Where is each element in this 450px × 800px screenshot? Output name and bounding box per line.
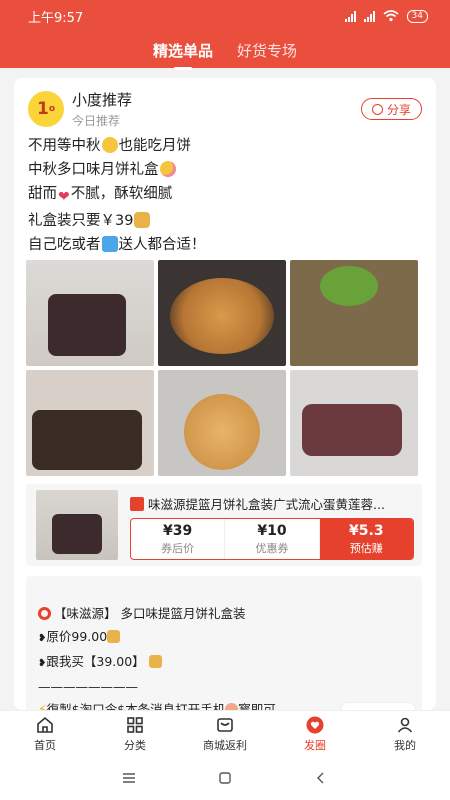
desc-text: 跟我买【39.00】 (46, 654, 145, 669)
money-bag-icon (148, 655, 162, 668)
store-icon (217, 717, 233, 732)
price-after-coupon: ¥39 券后价 (131, 519, 226, 559)
post-line: 不用等中秋 也能吃月饼 (28, 134, 422, 158)
grin-emoji-icon (101, 137, 118, 153)
post-line-text: 不腻，酥软细腻 (70, 186, 173, 202)
desc-text: 寳即可 (238, 702, 276, 710)
wifi-icon (383, 10, 399, 22)
price-label: 预估赚 (349, 541, 383, 555)
post-card: 1o 小度推荐 今日推荐 分享 不用等中秋 也能吃月饼 中秋多口味月饼礼盒 甜而❤… (14, 78, 436, 710)
desc-line: ❥跟我买【39.00】 (38, 650, 412, 675)
nav-home[interactable]: 首页 (0, 711, 90, 756)
hearts-emoji-icon: ❤ (58, 189, 70, 205)
kiss-emoji-icon (159, 161, 176, 177)
peach-icon (225, 703, 239, 710)
product-thumbnail[interactable] (36, 490, 118, 560)
price-label: 券后价 (161, 541, 195, 555)
desc-line: 【味滋源】 多口味提篮月饼礼盒装 (38, 602, 412, 625)
back-icon[interactable] (313, 770, 329, 786)
tab-featured-items[interactable]: 精选单品 (153, 40, 213, 61)
photo-open-basket[interactable] (158, 260, 286, 366)
status-time: 上午9:57 (28, 10, 84, 26)
share-label: 分享 (386, 102, 411, 117)
nav-profile[interactable]: 我的 (360, 711, 450, 756)
photo-mooncakes[interactable] (290, 260, 418, 366)
post-line: 自己吃或者 送人都合适！ (28, 233, 422, 257)
gift-emoji-icon (101, 236, 118, 252)
product-title-text: 味滋源提篮月饼礼盒装广式流心蛋黄莲蓉... (148, 497, 385, 512)
nav-moments[interactable]: 发圈 (270, 711, 360, 756)
photo-basket[interactable] (26, 260, 154, 366)
desc-line: ———————— (38, 675, 412, 698)
bottom-nav: 首页 分类 商城返利 发圈 我的 (0, 710, 450, 756)
photo-mooncake-cut[interactable] (290, 370, 418, 476)
status-bar: 上午9:57 34 (0, 0, 450, 32)
price-value: ¥5.3 (349, 522, 384, 539)
author-name[interactable]: 小度推荐 (72, 89, 361, 110)
post-text: 不用等中秋 也能吃月饼 中秋多口味月饼礼盒 甜而❤不腻，酥软细腻 礼盒装只要￥39… (14, 128, 436, 257)
tab-good-deals[interactable]: 好货专场 (237, 40, 297, 61)
post-line-text: 不用等中秋 (28, 138, 101, 154)
post-line-text: 礼盒装只要￥39 (28, 213, 134, 229)
heart-icon (306, 716, 324, 733)
post-line-text: 也能吃月饼 (118, 138, 192, 154)
money-bag-emoji-icon (134, 212, 151, 228)
price-label: 优惠券 (255, 541, 289, 555)
author-avatar[interactable]: 1o (28, 91, 64, 127)
photo-mooncake-single[interactable] (158, 370, 286, 476)
post-line: 礼盒装只要￥39 (28, 209, 422, 233)
desc-text: 【味滋源】 多口味提篮月饼礼盒装 (54, 606, 246, 621)
desc-line: ❥原价99.00 (38, 625, 412, 650)
copy-description[interactable]: 【味滋源】 多口味提篮月饼礼盒装 ❥原价99.00 ❥跟我买【39.00】 ——… (26, 576, 422, 710)
signal-icon-2 (363, 10, 375, 22)
desc-text: 原价99.00 (46, 629, 108, 644)
user-icon (397, 717, 413, 733)
battery-icon: 34 (406, 9, 428, 23)
home-square-icon[interactable] (217, 770, 233, 786)
circle-icon (38, 607, 51, 620)
estimated-earn-button[interactable]: ¥5.3 预估赚 (319, 519, 413, 559)
system-nav-bar (0, 756, 450, 800)
signal-icon (344, 10, 356, 22)
post-line: 中秋多口味月饼礼盒 (28, 158, 422, 182)
post-line-text: 中秋多口味月饼礼盒 (28, 162, 159, 178)
home-icon (37, 716, 53, 733)
photo-grid (26, 260, 422, 476)
nav-label: 分类 (124, 738, 146, 752)
product-card[interactable]: 味滋源提篮月饼礼盒装广式流心蛋黄莲蓉... ¥39 券后价 ¥10 优惠券 ¥5… (26, 484, 422, 566)
money-bag-icon (107, 630, 121, 643)
lightning-icon: ⚡ (38, 702, 47, 710)
nav-label: 我的 (394, 738, 416, 752)
post-line-text: 送人都合适！ (118, 237, 206, 253)
desc-text: 復製$淘口令$本条消息打开手机 (46, 702, 226, 710)
nav-label: 发圈 (304, 738, 326, 752)
post-line-text: 甜而 (28, 186, 57, 202)
tmall-icon (130, 497, 144, 511)
desc-text: ———————— (38, 679, 138, 694)
nav-category[interactable]: 分类 (90, 711, 180, 756)
copy-tab[interactable] (340, 702, 416, 710)
nav-store-rebate[interactable]: 商城返利 (180, 711, 270, 756)
share-button[interactable]: 分享 (360, 98, 422, 120)
price-value: ¥10 (257, 522, 287, 539)
price-value: ¥39 (163, 522, 193, 539)
price-bar: ¥39 券后价 ¥10 优惠券 ¥5.3 预估赚 (130, 518, 414, 560)
post-line: 甜而❤不腻，酥软细腻 (28, 182, 422, 209)
product-title[interactable]: 味滋源提篮月饼礼盒装广式流心蛋黄莲蓉... (130, 494, 410, 513)
post-subtitle: 今日推荐 (72, 114, 121, 128)
share-icon (371, 103, 383, 115)
post-line-text: 自己吃或者 (28, 237, 101, 253)
price-coupon: ¥10 优惠券 (225, 519, 320, 559)
header: 上午9:57 34 精选单品 好货专场 (0, 0, 450, 68)
grid-icon (127, 716, 143, 733)
menu-icon[interactable] (121, 770, 137, 786)
photo-gift-box[interactable] (26, 370, 154, 476)
nav-label: 商城返利 (203, 738, 247, 752)
nav-label: 首页 (34, 738, 56, 752)
